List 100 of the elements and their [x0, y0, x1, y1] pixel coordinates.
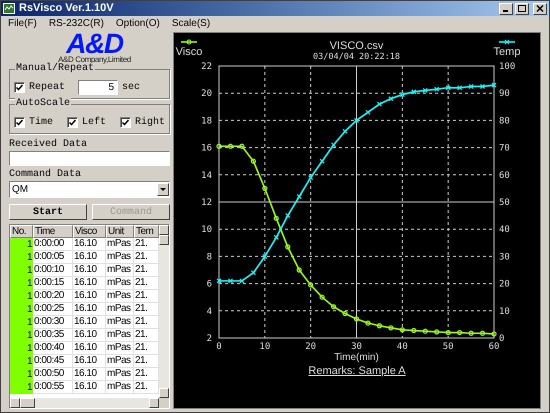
close-button[interactable] [533, 2, 547, 14]
command-dropdown[interactable]: QM [9, 181, 170, 198]
table-cell: 0:00:25 [33, 303, 73, 316]
column-header[interactable]: Visco [73, 225, 106, 238]
table-cell: 16.10 [73, 355, 106, 368]
axis-tick-label: 40 [396, 342, 408, 352]
table-cell: 0:00:10 [33, 264, 73, 277]
axis-tick-label: 18 [201, 116, 212, 126]
group-title: Manual/Repeat [15, 63, 96, 75]
data-point [400, 92, 405, 98]
menu-item[interactable]: File(F) [8, 16, 37, 31]
axis-tick-label: 10 [499, 306, 510, 317]
data-point [320, 294, 325, 300]
table-cell: mPas [106, 355, 134, 368]
checkbox[interactable] [14, 116, 25, 128]
axis-tick-label: 10 [259, 342, 270, 352]
data-point [308, 174, 314, 180]
data-point [239, 278, 245, 284]
row-number-cell: 1 [10, 238, 33, 251]
axis-title: Time(min) [334, 352, 379, 363]
horizontal-scrollbar[interactable] [10, 398, 169, 408]
logo-company-name: A&D Company,Limited [58, 55, 131, 64]
axis-tick-label: 0 [499, 334, 504, 344]
data-point [354, 316, 360, 322]
data-point [434, 329, 440, 334]
chart-timestamp: 03/04/04 20:22:18 [313, 52, 400, 62]
data-point [296, 194, 302, 200]
axis-tick-label: 90 [499, 89, 510, 100]
legend-marker [181, 40, 197, 44]
remarks-text: Remarks: Sample A [307, 364, 407, 379]
menu-item[interactable]: Option(O) [116, 16, 160, 31]
row-number-cell: 1 [10, 342, 33, 355]
interval-field[interactable]: 5 [78, 80, 118, 94]
vertical-scrollbar[interactable] [159, 225, 169, 398]
row-number-cell: 1 [10, 355, 33, 368]
menu-item[interactable]: Scale(S) [172, 16, 210, 31]
axis-tick-label: 30 [351, 342, 362, 352]
table-cell: 0:00:20 [33, 290, 73, 303]
maximize-button[interactable] [515, 2, 529, 14]
data-point [468, 84, 474, 89]
data-point [250, 158, 256, 164]
column-header[interactable]: Unit [106, 225, 134, 238]
data-point [434, 86, 440, 92]
data-point [228, 278, 234, 284]
table-cell: 16.10 [73, 303, 106, 316]
data-point [354, 118, 360, 123]
field-label: Received Data [9, 139, 88, 151]
axis-tick-label: 50 [499, 198, 510, 208]
axis-tick-label: 70 [499, 144, 510, 154]
axis-tick-label: 8 [206, 252, 212, 262]
table-cell: 0:00:35 [33, 329, 73, 342]
data-point [376, 323, 382, 328]
table-cell: 0:00:40 [33, 342, 73, 355]
checkbox[interactable] [67, 116, 78, 128]
legend-label: Temp [494, 46, 520, 58]
row-number-cell: 1 [10, 381, 33, 394]
start-button[interactable]: Start [9, 204, 87, 220]
row-number-cell: 1 [10, 251, 33, 264]
axis-tick-label: 14 [201, 170, 212, 181]
table-cell: 16.10 [73, 316, 106, 329]
app-icon [3, 3, 15, 14]
axis-tick-label: 50 [442, 342, 454, 352]
table-cell: 0:00:55 [33, 381, 73, 394]
minimize-button[interactable] [499, 2, 513, 14]
menu-item[interactable]: RS-232C(R) [48, 16, 104, 31]
data-point [274, 234, 279, 240]
checkbox[interactable] [14, 82, 25, 92]
table-cell: 0:00:00 [33, 238, 73, 251]
data-point [365, 110, 371, 115]
axis-tick-label: 20 [201, 89, 212, 100]
table-cell: mPas [106, 316, 134, 329]
axis-tick-label: 20 [499, 280, 510, 290]
data-point [330, 304, 336, 310]
data-point [457, 85, 462, 90]
column-header[interactable]: Tem [134, 225, 159, 238]
data-point [285, 244, 290, 250]
column-header[interactable]: No. [10, 225, 33, 238]
table-cell: 0:00:45 [33, 355, 73, 368]
axis-tick-label: 2 [206, 334, 212, 344]
checkbox[interactable] [120, 116, 132, 128]
table-cell: mPas [106, 342, 134, 355]
maximize-icon [518, 5, 526, 12]
data-point [491, 82, 497, 88]
logo-mark: A&D [66, 32, 123, 55]
table-cell: 0:00:15 [33, 277, 73, 290]
data-point [320, 158, 325, 164]
data-point [274, 216, 279, 221]
axis-tick-label: 60 [488, 342, 500, 352]
table-cell: 16.10 [73, 264, 106, 277]
axis-tick-label: 16 [201, 144, 212, 154]
table-cell: 0:00:05 [33, 251, 73, 264]
table-cell: mPas [106, 303, 134, 316]
data-point [216, 278, 222, 284]
column-header[interactable]: Time [33, 225, 73, 238]
row-number-cell: 1 [10, 290, 33, 303]
data-point [330, 142, 336, 148]
axis-tick-label: 80 [499, 116, 510, 126]
received-data-field[interactable] [9, 151, 170, 166]
row-number-cell: 1 [10, 329, 33, 342]
data-point [342, 128, 348, 134]
